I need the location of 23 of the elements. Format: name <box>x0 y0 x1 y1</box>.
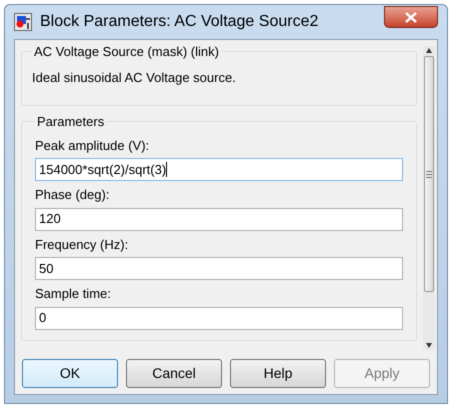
block-description: Ideal sinusoidal AC Voltage source. <box>32 68 237 87</box>
scroll-up-icon[interactable] <box>426 48 432 53</box>
block-icon <box>14 13 32 31</box>
scrollbar[interactable] <box>423 46 435 350</box>
text-cursor <box>166 162 168 177</box>
field-label: Frequency (Hz): <box>35 236 130 254</box>
field-label: Sample time: <box>35 285 112 303</box>
input-field[interactable]: 50 <box>35 257 403 280</box>
dialog-button[interactable]: Help <box>230 359 326 388</box>
field-label: Phase (deg): <box>35 186 110 204</box>
scroll-thumb[interactable] <box>424 56 434 292</box>
close-icon <box>405 12 417 22</box>
dialog-button[interactable]: Cancel <box>126 359 222 388</box>
window-title: Block Parameters: AC Voltage Source2 <box>40 12 318 32</box>
input-field[interactable]: 120 <box>35 208 403 230</box>
input-field[interactable]: 154000*sqrt(2)/sqrt(3) <box>35 158 403 181</box>
close-button[interactable] <box>384 6 438 28</box>
group-title: AC Voltage Source (mask) (link) <box>33 43 220 61</box>
field-label: Peak amplitude (V): <box>35 136 150 155</box>
dialog-button[interactable]: OK <box>22 359 118 388</box>
group-title: Parameters <box>36 113 106 131</box>
scroll-down-icon[interactable] <box>426 343 432 348</box>
input-field[interactable]: 0 <box>35 306 403 330</box>
